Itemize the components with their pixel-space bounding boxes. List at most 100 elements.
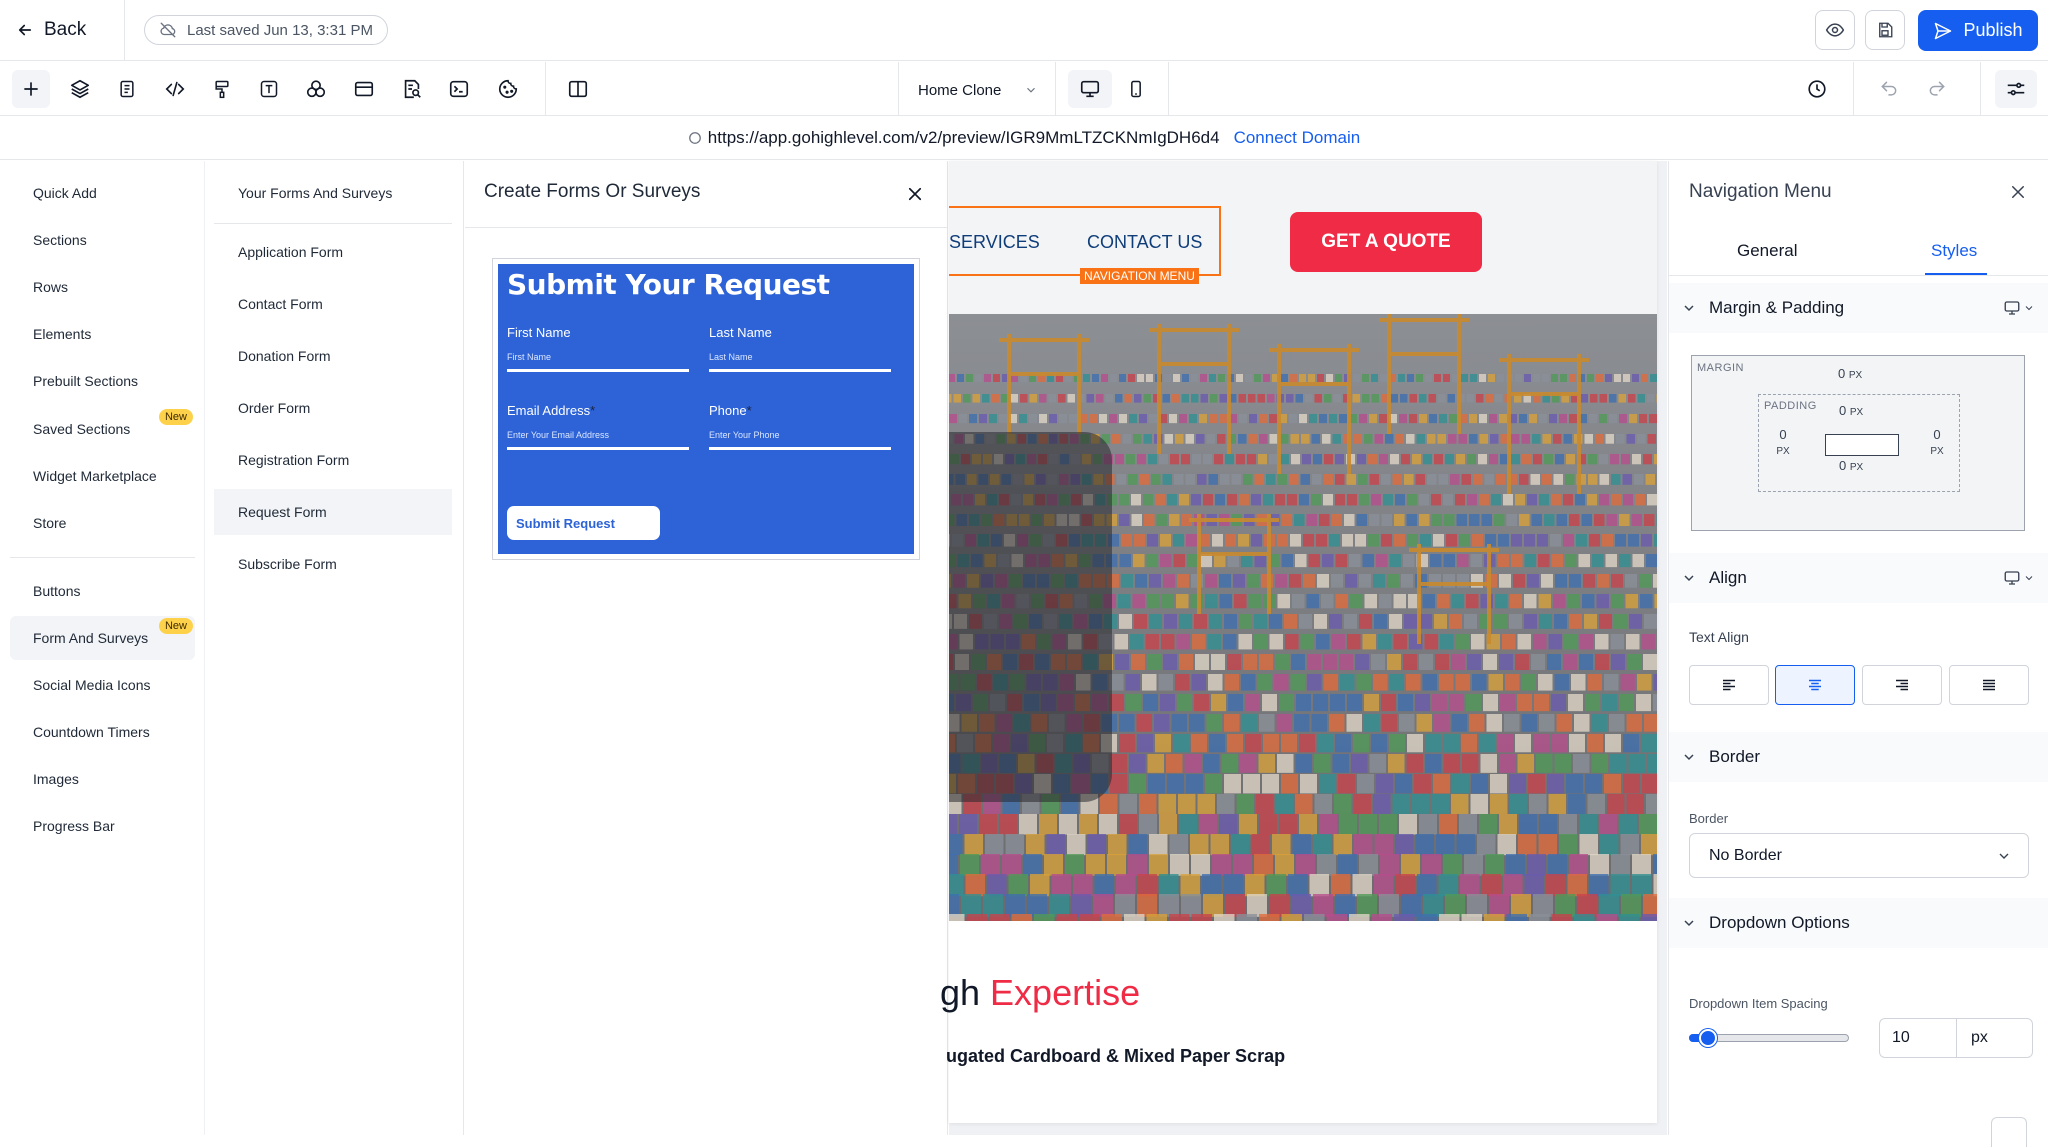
form-template-request[interactable]: Request Form — [214, 489, 452, 535]
publish-button[interactable]: Publish — [1918, 10, 2038, 51]
align-center-button[interactable] — [1775, 665, 1855, 705]
container-block — [1359, 574, 1371, 588]
container-block — [1431, 514, 1442, 526]
menu-item-quick-add[interactable]: Quick Add — [10, 171, 195, 215]
form-template-application[interactable]: Application Form — [214, 229, 452, 275]
container-block — [1387, 574, 1399, 588]
container-block — [1544, 514, 1555, 526]
align-right-button[interactable] — [1862, 665, 1942, 705]
container-block — [1288, 874, 1308, 897]
menu-item-saved-sections[interactable]: Saved Sections New — [10, 407, 195, 451]
layout-icon[interactable] — [345, 70, 383, 108]
page-selector[interactable]: Home Clone — [918, 78, 1038, 102]
align-justify-button[interactable] — [1949, 665, 2029, 705]
history-icon[interactable] — [1798, 70, 1836, 108]
panel-footer-button[interactable] — [1991, 1117, 2027, 1147]
code-icon[interactable] — [156, 70, 194, 108]
menu-item-form-and-surveys[interactable]: Form And Surveys New — [10, 616, 195, 660]
menu-item-social-media-icons[interactable]: Social Media Icons — [10, 663, 195, 707]
apps-icon[interactable] — [297, 70, 335, 108]
menu-item-prebuilt-sections[interactable]: Prebuilt Sections — [10, 359, 195, 403]
section-margin-padding[interactable]: Margin & Padding — [1669, 283, 2048, 333]
forms-list-divider — [214, 223, 452, 224]
padding-bottom-value[interactable]: 0 PX — [1839, 458, 1863, 473]
menu-item-elements[interactable]: Elements — [10, 312, 195, 356]
container-block — [1308, 554, 1320, 568]
cookie-icon[interactable] — [489, 70, 527, 108]
container-block — [1464, 854, 1483, 876]
nav-link-services[interactable]: SERVICES — [949, 232, 1040, 253]
container-block — [1449, 694, 1464, 712]
tab-styles[interactable]: Styles — [1931, 241, 1977, 261]
your-forms-and-surveys-link[interactable]: Your Forms And Surveys — [214, 170, 452, 216]
container-block — [1335, 374, 1342, 382]
preview-button[interactable] — [1815, 10, 1855, 50]
section-align[interactable]: Align — [1669, 553, 2048, 603]
container-block — [1489, 894, 1509, 917]
spacing-slider-handle[interactable] — [1699, 1029, 1717, 1047]
mobile-view-icon[interactable] — [1117, 70, 1155, 108]
menu-item-images[interactable]: Images — [10, 757, 195, 801]
settings-sliders-icon[interactable] — [1995, 70, 2037, 108]
redo-icon[interactable] — [1918, 70, 1956, 108]
layers-icon[interactable] — [61, 70, 99, 108]
section-dropdown-options[interactable]: Dropdown Options — [1669, 898, 2048, 948]
device-toggle[interactable] — [2003, 299, 2035, 317]
container-block — [1186, 774, 1203, 794]
desktop-view-icon[interactable] — [1068, 70, 1112, 108]
border-select[interactable]: No Border — [1689, 833, 2029, 878]
padding-right-value[interactable]: 0 PX — [1925, 427, 1949, 457]
spacing-input[interactable]: 10 — [1879, 1018, 1956, 1058]
align-right-icon — [1893, 676, 1911, 694]
container-block — [1087, 834, 1106, 856]
menu-item-countdown-timers[interactable]: Countdown Timers — [10, 710, 195, 754]
container-block — [1272, 834, 1291, 856]
menu-item-store[interactable]: Store — [10, 501, 195, 545]
menu-item-buttons[interactable]: Buttons — [10, 569, 195, 613]
container-block — [1472, 534, 1483, 547]
connect-domain-link[interactable]: Connect Domain — [1234, 128, 1361, 148]
padding-top-value[interactable]: 0 PX — [1839, 403, 1863, 418]
hero-image[interactable] — [949, 314, 1657, 921]
spacing-unit-select[interactable]: px — [1956, 1018, 2033, 1058]
search-page-icon[interactable] — [393, 70, 431, 108]
container-block — [1186, 534, 1197, 547]
menu-item-sections[interactable]: Sections — [10, 218, 195, 262]
align-left-button[interactable] — [1689, 665, 1769, 705]
padding-left-value[interactable]: 0 PX — [1771, 427, 1795, 457]
plus-icon[interactable] — [12, 70, 50, 108]
form-template-card[interactable]: Submit Your Request First Name First Nam… — [492, 258, 920, 560]
menu-item-progress-bar[interactable]: Progress Bar — [10, 804, 195, 848]
form-template-contact[interactable]: Contact Form — [214, 281, 452, 327]
container-block — [1494, 514, 1505, 526]
back-button[interactable]: Back — [16, 14, 86, 46]
form-template-subscribe[interactable]: Subscribe Form — [214, 541, 452, 587]
form-template-registration[interactable]: Registration Form — [214, 437, 452, 483]
save-button[interactable] — [1865, 10, 1905, 50]
terminal-icon[interactable] — [440, 70, 478, 108]
undo-icon[interactable] — [1870, 70, 1908, 108]
text-icon[interactable] — [250, 70, 288, 108]
margin-top-value[interactable]: 0 PX — [1838, 366, 1862, 381]
close-icon[interactable] — [902, 181, 928, 207]
paint-icon[interactable] — [203, 70, 241, 108]
form-template-order[interactable]: Order Form — [214, 385, 452, 431]
get-a-quote-button[interactable]: GET A QUOTE — [1290, 212, 1482, 272]
container-block — [1597, 574, 1609, 588]
preview-url[interactable]: https://app.gohighlevel.com/v2/preview/I… — [688, 128, 1220, 148]
menu-item-widget-marketplace[interactable]: Widget Marketplace — [10, 454, 195, 498]
nav-link-contact-us[interactable]: CONTACT US — [1087, 232, 1202, 253]
container-block — [1137, 734, 1153, 753]
tab-general[interactable]: General — [1737, 241, 1797, 261]
container-block — [1497, 734, 1513, 753]
container-block — [1357, 774, 1374, 794]
submit-request-button: Submit Request — [507, 506, 660, 540]
device-toggle[interactable] — [2003, 569, 2035, 587]
container-block — [953, 394, 961, 403]
close-icon[interactable] — [2005, 179, 2031, 205]
section-border[interactable]: Border — [1669, 732, 2048, 782]
form-template-donation[interactable]: Donation Form — [214, 333, 452, 379]
menu-item-rows[interactable]: Rows — [10, 265, 195, 309]
page-icon[interactable] — [108, 70, 146, 108]
columns-icon[interactable] — [559, 70, 597, 108]
